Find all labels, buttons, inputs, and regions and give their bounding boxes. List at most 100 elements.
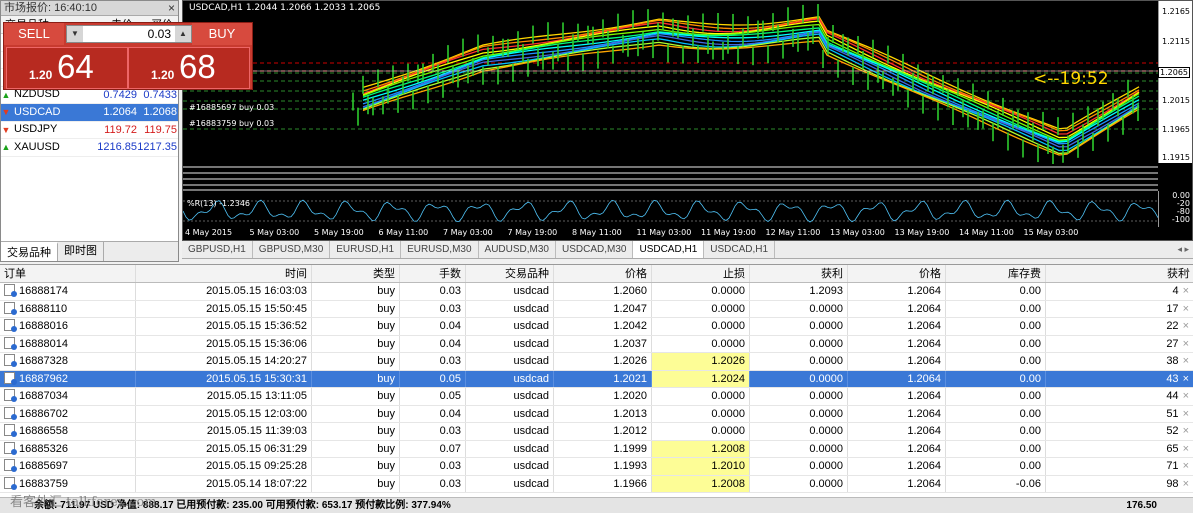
chart-tabs: GBPUSD,H1 GBPUSD,M30 EURUSD,H1 EURUSD,M30 AU… — [182, 241, 1193, 259]
tab-chart[interactable]: USDCAD,M30 — [556, 241, 634, 258]
tab-chart[interactable]: EURUSD,H1 — [330, 241, 402, 258]
cell-tp: 0.0000 — [750, 405, 848, 422]
order-row[interactable]: 16885326 2015.05.15 06:31:29 buy 0.07 usdcad… — [0, 440, 1193, 458]
close-order-icon[interactable]: × — [1183, 460, 1189, 472]
cell-cur: 1.2064 — [848, 405, 946, 422]
col-header[interactable]: 手数 — [400, 265, 466, 282]
tab-chart[interactable]: AUDUSD,M30 — [479, 241, 556, 258]
close-order-icon[interactable]: × — [1183, 408, 1189, 420]
scroll-up-icon[interactable]: ▲ — [1184, 267, 1191, 274]
order-icon — [4, 336, 17, 350]
tab-scroll-icon[interactable]: ◂ ▸ — [1177, 241, 1189, 258]
cell-tp: 1.2093 — [750, 283, 848, 300]
order-icon — [4, 371, 17, 385]
chevron-down-icon[interactable]: ▼ — [67, 26, 83, 42]
col-header[interactable]: 价格 — [848, 265, 946, 282]
cell-sl: 0.0000 — [652, 335, 750, 352]
order-row[interactable]: 16887034 2015.05.15 13:11:05 buy 0.05 usdcad… — [0, 388, 1193, 406]
sell-button[interactable]: SELL — [4, 23, 64, 45]
close-order-icon[interactable]: × — [1183, 338, 1189, 350]
close-order-icon[interactable]: × — [1183, 425, 1189, 437]
order-row[interactable]: 16888110 2015.05.15 15:50:45 buy 0.03 usdcad… — [0, 300, 1193, 318]
cell-price: 1.2012 — [554, 423, 652, 440]
cell-cur: 1.2064 — [848, 335, 946, 352]
order-row[interactable]: 16883759 2015.05.14 18:07:22 buy 0.03 usdcad… — [0, 475, 1193, 493]
order-row[interactable]: 16886558 2015.05.15 11:39:03 buy 0.03 usdcad… — [0, 423, 1193, 441]
close-order-icon[interactable]: × — [1183, 373, 1189, 385]
cell-tp: 0.0000 — [750, 370, 848, 387]
chevron-up-icon[interactable]: ▲ — [175, 26, 191, 42]
profit-value: 71 — [1166, 460, 1179, 472]
tab-chart[interactable]: GBPUSD,H1 — [182, 241, 253, 258]
symbol-row[interactable]: ▲ XAUUSD 1216.85 1217.35 — [1, 139, 178, 157]
order-row[interactable]: 16887328 2015.05.15 14:20:27 buy 0.03 usdcad… — [0, 353, 1193, 371]
order-id: 16888016 — [19, 320, 68, 332]
col-header[interactable]: 库存费 — [946, 265, 1046, 282]
close-order-icon[interactable]: × — [1183, 285, 1189, 297]
cell-profit: 44 × — [1046, 388, 1193, 405]
tab-symbols[interactable]: 交易品种 — [1, 242, 58, 261]
time-label: 8 May 11:00 — [572, 228, 622, 237]
col-header[interactable]: 交易品种 — [466, 265, 554, 282]
tab-chart[interactable]: USDCAD,H1 — [704, 241, 776, 258]
profit-value: 52 — [1166, 425, 1179, 437]
buy-price-button[interactable]: 1.20 68 — [128, 47, 250, 89]
close-icon[interactable]: × — [168, 1, 175, 16]
cell-lots: 0.03 — [400, 475, 466, 492]
order-id: 16886558 — [19, 425, 68, 437]
cell-swap: 0.00 — [946, 405, 1046, 422]
col-header[interactable]: 获利 — [750, 265, 848, 282]
price-axis[interactable]: 1.2165 1.2115 1.2065 1.2015 1.1965 1.191… — [1158, 1, 1192, 163]
col-header[interactable]: 获利 — [1046, 265, 1193, 282]
cell-type: buy — [312, 458, 400, 475]
buy-button[interactable]: BUY — [192, 23, 252, 45]
col-header[interactable]: 订单 — [0, 265, 136, 282]
indicator-axis: 0.00 -20 -80 -100 — [1158, 191, 1192, 227]
close-order-icon[interactable]: × — [1183, 478, 1189, 490]
volume-input[interactable]: 0.03 — [83, 27, 175, 41]
cell-cur: 1.2064 — [848, 388, 946, 405]
orders-table: 16888174 2015.05.15 16:03:03 buy 0.03 usdcad… — [0, 283, 1193, 493]
close-order-icon[interactable]: × — [1183, 355, 1189, 367]
close-order-icon[interactable]: × — [1183, 303, 1189, 315]
cell-swap: 0.00 — [946, 440, 1046, 457]
order-id: 16886702 — [19, 407, 68, 420]
tab-tick-chart[interactable]: 即时图 — [58, 242, 104, 261]
tab-chart[interactable]: EURUSD,M30 — [401, 241, 479, 258]
order-row[interactable]: 16888174 2015.05.15 16:03:03 buy 0.03 usdcad… — [0, 283, 1193, 301]
cell-lots: 0.07 — [400, 440, 466, 457]
tab-chart[interactable]: USDCAD,H1 — [633, 241, 705, 258]
price-chart[interactable]: USDCAD,H1 1.2044 1.2066 1.2033 1.2065 #1… — [182, 0, 1193, 241]
cell-profit: 51 × — [1046, 406, 1193, 423]
cell-profit: 98 × — [1046, 476, 1193, 493]
cell-type: buy — [312, 318, 400, 335]
tab-chart[interactable]: GBPUSD,M30 — [253, 241, 331, 258]
symbol-row[interactable]: ▼ USDCAD 1.2064 1.2068 — [1, 104, 178, 122]
order-row[interactable]: 16888016 2015.05.15 15:36:52 buy 0.04 usdcad… — [0, 318, 1193, 336]
cell-sl: 0.0000 — [652, 283, 750, 300]
symbol-row[interactable]: ▼ USDJPY 119.72 119.75 — [1, 122, 178, 139]
cell-time: 2015.05.15 12:03:00 — [136, 405, 312, 422]
col-header[interactable]: 止损 — [652, 265, 750, 282]
cell-time: 2015.05.15 09:25:28 — [136, 458, 312, 475]
cell-swap: 0.00 — [946, 283, 1046, 300]
cell-id: 16885326 — [0, 440, 136, 457]
cell-time: 2015.05.14 18:07:22 — [136, 475, 312, 492]
close-order-icon[interactable]: × — [1183, 390, 1189, 402]
order-row[interactable]: 16887962 2015.05.15 15:30:31 buy 0.05 usdcad… — [0, 370, 1193, 388]
close-order-icon[interactable]: × — [1183, 443, 1189, 455]
cell-sym: usdcad — [466, 370, 554, 387]
cell-price: 1.2013 — [554, 405, 652, 422]
close-order-icon[interactable]: × — [1183, 320, 1189, 332]
order-icon — [4, 354, 17, 367]
col-header[interactable]: 时间 — [136, 265, 312, 282]
cell-type: buy — [312, 388, 400, 405]
order-row[interactable]: 16885697 2015.05.15 09:25:28 buy 0.03 usdcad… — [0, 458, 1193, 476]
col-header[interactable]: 价格 — [554, 265, 652, 282]
profit-value: 22 — [1166, 320, 1179, 332]
order-row[interactable]: 16886702 2015.05.15 12:03:00 buy 0.04 usdcad… — [0, 405, 1193, 423]
order-row[interactable]: 16888014 2015.05.15 15:36:06 buy 0.04 usdcad… — [0, 335, 1193, 353]
col-header[interactable]: 类型 — [312, 265, 400, 282]
symbol-name: XAUUSD — [14, 140, 60, 153]
sell-price-button[interactable]: 1.20 64 — [6, 47, 128, 89]
